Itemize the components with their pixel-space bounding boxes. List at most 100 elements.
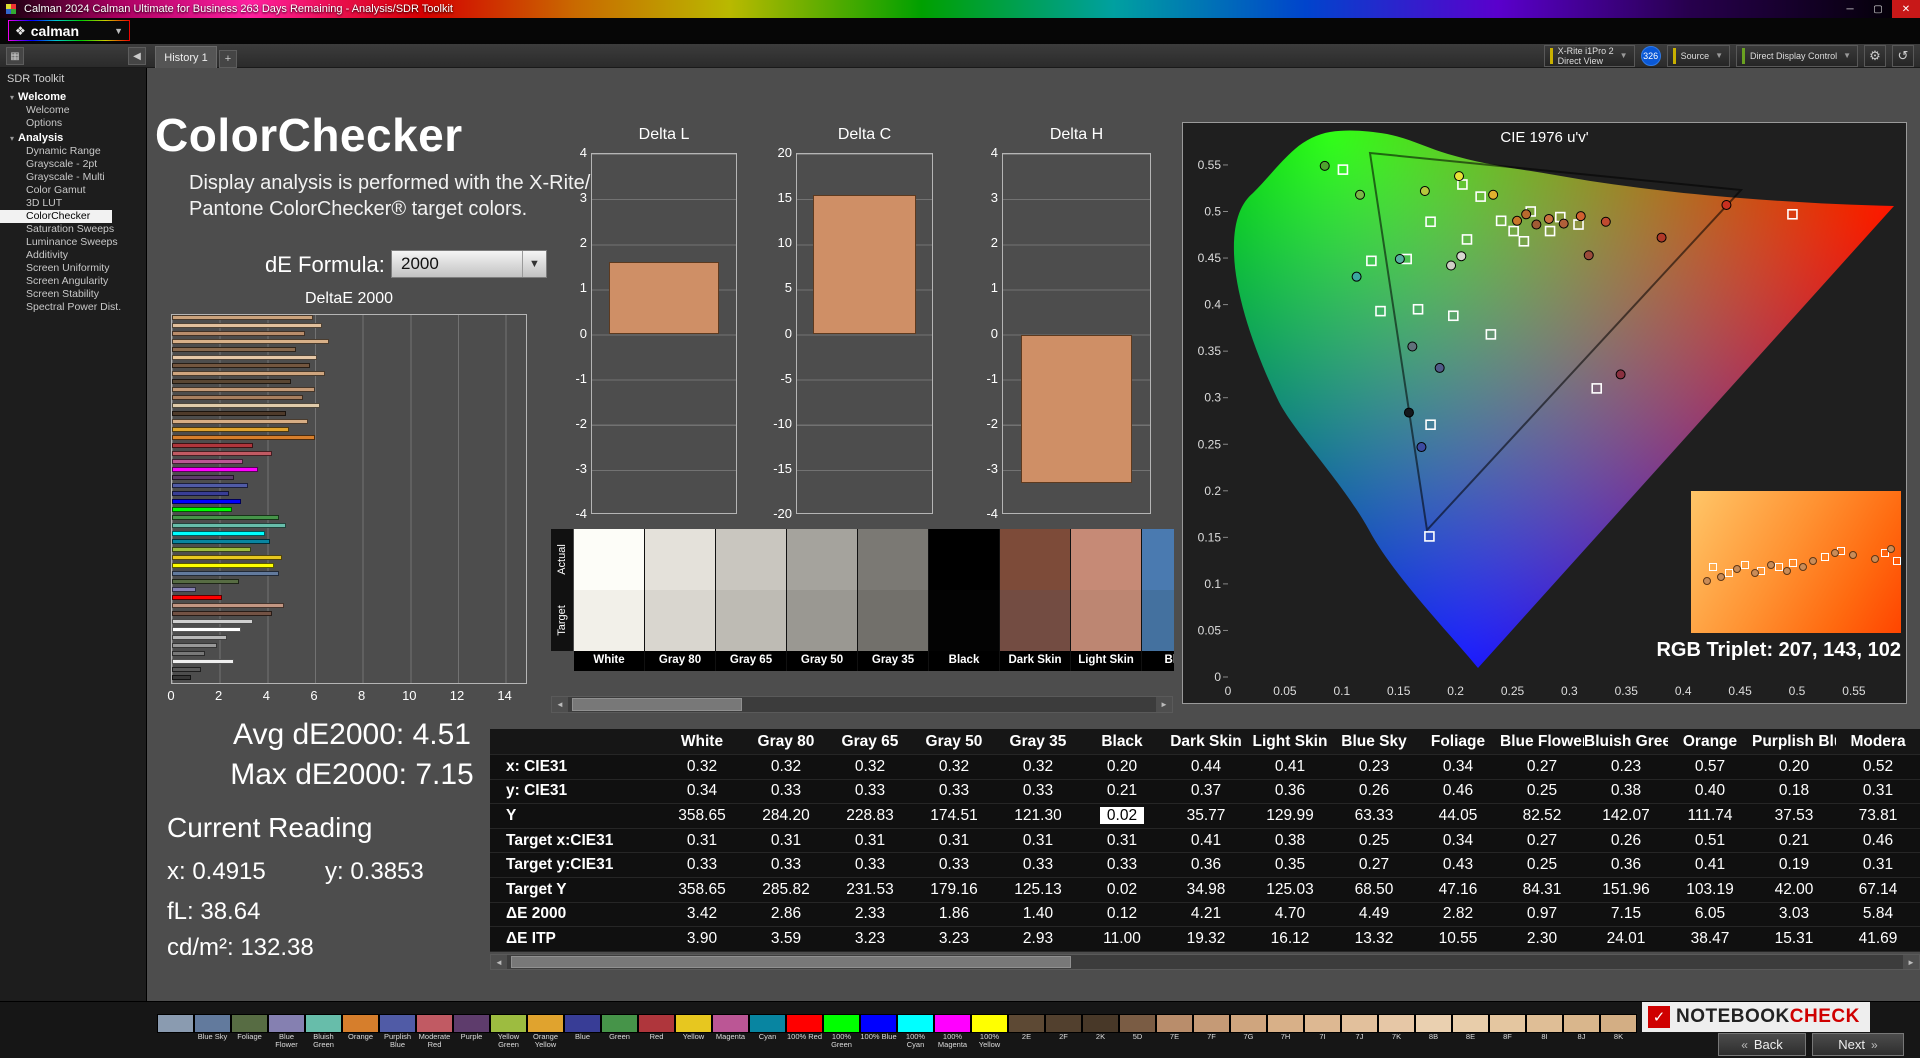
sidebar-item-screen-stability[interactable]: Screen Stability	[0, 288, 146, 301]
de-formula-dropdown[interactable]: 2000 ▼	[391, 250, 547, 278]
footer-swatch-2f[interactable]: 2F	[1045, 1014, 1082, 1049]
sidebar-item-additivity[interactable]: Additivity	[0, 249, 146, 262]
footer-swatch-blue[interactable]: Blue	[564, 1014, 601, 1049]
footer-swatch-red[interactable]: Red	[638, 1014, 675, 1049]
footer-swatch-8i[interactable]: 8I	[1526, 1014, 1563, 1049]
y-tick-label: -2	[986, 415, 998, 431]
footer-swatch-7i[interactable]: 7I	[1304, 1014, 1341, 1049]
sidebar-item-grayscale-2pt[interactable]: Grayscale - 2pt	[0, 158, 146, 171]
next-button[interactable]: Next »	[1812, 1033, 1904, 1056]
scrollbar-track[interactable]	[507, 955, 1903, 969]
footer-swatch-7f[interactable]: 7F	[1193, 1014, 1230, 1049]
footer-swatch-yellow-green[interactable]: Yellow Green	[490, 1014, 527, 1049]
footer-swatch-100-yellow[interactable]: 100% Yellow	[971, 1014, 1008, 1049]
footer-swatch-blue-flower[interactable]: Blue Flower	[268, 1014, 305, 1049]
sidebar-item-grayscale-multi[interactable]: Grayscale - Multi	[0, 171, 146, 184]
scroll-right-icon[interactable]: ►	[1903, 955, 1919, 969]
meter-selector-button[interactable]: X-Rite i1Pro 2 Direct View ▼	[1543, 45, 1635, 67]
scrollbar-thumb[interactable]	[572, 698, 742, 711]
sidebar-item-dynamic-range[interactable]: Dynamic Range	[0, 145, 146, 158]
footer-swatch-partial[interactable]	[157, 1014, 194, 1049]
sidebar-item-welcome[interactable]: Welcome	[0, 104, 146, 117]
swatch-scrollbar[interactable]: ◄ ►	[551, 696, 1173, 713]
swatch-column-black: Black	[929, 529, 999, 671]
table-row-y: Y 358.65 284.20 228.83 174.51 121.30 0.02 35.77…	[490, 804, 1920, 829]
panel-toggle-icon[interactable]: ▦	[6, 47, 24, 65]
patch-label: 8E	[1465, 1033, 1476, 1041]
sidebar-item-screen-uniformity[interactable]: Screen Uniformity	[0, 262, 146, 275]
footer-swatch-blue-sky[interactable]: Blue Sky	[194, 1014, 231, 1049]
sidebar-item-colorchecker[interactable]: ColorChecker	[0, 210, 112, 223]
table-cell: 0.35	[1274, 856, 1306, 874]
table-row-x-cie31: x: CIE31 0.32 0.32 0.32 0.32 0.32 0.20 0.44 0.41…	[490, 755, 1920, 780]
settings-gear-icon[interactable]: ⚙	[1864, 45, 1886, 67]
scroll-left-icon[interactable]: ◄	[552, 697, 568, 712]
sidebar-item-3d-lut[interactable]: 3D LUT	[0, 197, 146, 210]
footer-swatch-2e[interactable]: 2E	[1008, 1014, 1045, 1049]
maximize-button[interactable]: ▢	[1864, 0, 1892, 18]
footer-swatch-7g[interactable]: 7G	[1230, 1014, 1267, 1049]
footer-swatch-100-magenta[interactable]: 100% Magenta	[934, 1014, 971, 1049]
reading-count-badge[interactable]: 326	[1640, 46, 1661, 66]
table-cell: 0.31	[1106, 831, 1138, 849]
sidebar-item-options[interactable]: Options	[0, 117, 146, 130]
inset-target-marker	[1709, 563, 1717, 571]
footer-swatch-8j[interactable]: 8J	[1563, 1014, 1600, 1049]
back-button[interactable]: « Back	[1718, 1033, 1806, 1056]
footer-swatch-8k[interactable]: 8K	[1600, 1014, 1637, 1049]
footer-swatch-magenta[interactable]: Magenta	[712, 1014, 749, 1049]
footer-swatch-8b[interactable]: 8B	[1415, 1014, 1452, 1049]
footer-swatch-100-blue[interactable]: 100% Blue	[860, 1014, 897, 1049]
sidebar-section-analysis[interactable]: ▾ Analysis	[0, 130, 146, 145]
footer-swatch-yellow[interactable]: Yellow	[675, 1014, 712, 1049]
patch-color	[749, 1014, 786, 1033]
patch-color	[1378, 1014, 1415, 1033]
footer-swatch-green[interactable]: Green	[601, 1014, 638, 1049]
table-scrollbar[interactable]: ◄ ►	[490, 954, 1920, 970]
footer-swatch-8e[interactable]: 8E	[1452, 1014, 1489, 1049]
source-selector-button[interactable]: Source ▼	[1666, 45, 1731, 67]
footer-swatch-purple[interactable]: Purple	[453, 1014, 490, 1049]
footer-swatch-100-green[interactable]: 100% Green	[823, 1014, 860, 1049]
calman-logo-menu[interactable]: ❖ calman ▼	[8, 20, 130, 41]
collapse-sidebar-icon[interactable]: ◀	[128, 47, 146, 65]
footer-swatch-2k[interactable]: 2K	[1082, 1014, 1119, 1049]
footer-swatch-foliage[interactable]: Foliage	[231, 1014, 268, 1049]
footer-swatch-7k[interactable]: 7K	[1378, 1014, 1415, 1049]
minimize-button[interactable]: ─	[1836, 0, 1864, 18]
footer-swatch-orange-yellow[interactable]: Orange Yellow	[527, 1014, 564, 1049]
footer-swatch-100-red[interactable]: 100% Red	[786, 1014, 823, 1049]
add-tab-button[interactable]: +	[219, 50, 237, 68]
footer-swatch-orange[interactable]: Orange	[342, 1014, 379, 1049]
tab-history-1[interactable]: History 1	[155, 46, 217, 68]
table-row-y-cie31: y: CIE31 0.34 0.33 0.33 0.33 0.33 0.21 0.37 0.36…	[490, 780, 1920, 805]
footer-swatch-bluish-green[interactable]: Bluish Green	[305, 1014, 342, 1049]
sidebar-item-luminance-sweeps[interactable]: Luminance Sweeps	[0, 236, 146, 249]
sidebar-item-spectral-power-dist[interactable]: Spectral Power Dist.	[0, 301, 146, 314]
footer-swatch-purplish-blue[interactable]: Purplish Blue	[379, 1014, 416, 1049]
footer-swatch-7j[interactable]: 7J	[1341, 1014, 1378, 1049]
sidebar-section-welcome[interactable]: ▾ Welcome	[0, 89, 146, 104]
display-control-button[interactable]: Direct Display Control ▼	[1736, 45, 1858, 67]
sidebar-item-screen-angularity[interactable]: Screen Angularity	[0, 275, 146, 288]
footer-swatch-cyan[interactable]: Cyan	[749, 1014, 786, 1049]
patch-color	[157, 1014, 194, 1033]
scrollbar-track[interactable]	[568, 697, 1156, 712]
inset-measurement-marker	[1809, 557, 1817, 565]
footer-swatch-7h[interactable]: 7H	[1267, 1014, 1304, 1049]
title-bar: Calman 2024 Calman Ultimate for Business…	[0, 0, 1920, 18]
refresh-icon[interactable]: ↺	[1892, 45, 1914, 67]
scrollbar-thumb[interactable]	[511, 956, 1071, 968]
scroll-left-icon[interactable]: ◄	[491, 955, 507, 969]
footer-swatch-7e[interactable]: 7E	[1156, 1014, 1193, 1049]
footer-swatch-100-cyan[interactable]: 100% Cyan	[897, 1014, 934, 1049]
sidebar-item-color-gamut[interactable]: Color Gamut	[0, 184, 146, 197]
scroll-right-icon[interactable]: ►	[1156, 697, 1172, 712]
footer-swatch-moderate-red[interactable]: Moderate Red	[416, 1014, 453, 1049]
footer-swatch-5d[interactable]: 5D	[1119, 1014, 1156, 1049]
x-tick-label: 4	[262, 688, 270, 703]
footer-swatch-8f[interactable]: 8F	[1489, 1014, 1526, 1049]
close-button[interactable]: ✕	[1892, 0, 1920, 18]
sidebar-item-saturation-sweeps[interactable]: Saturation Sweeps	[0, 223, 146, 236]
table-cell: 7.15	[1610, 905, 1642, 923]
